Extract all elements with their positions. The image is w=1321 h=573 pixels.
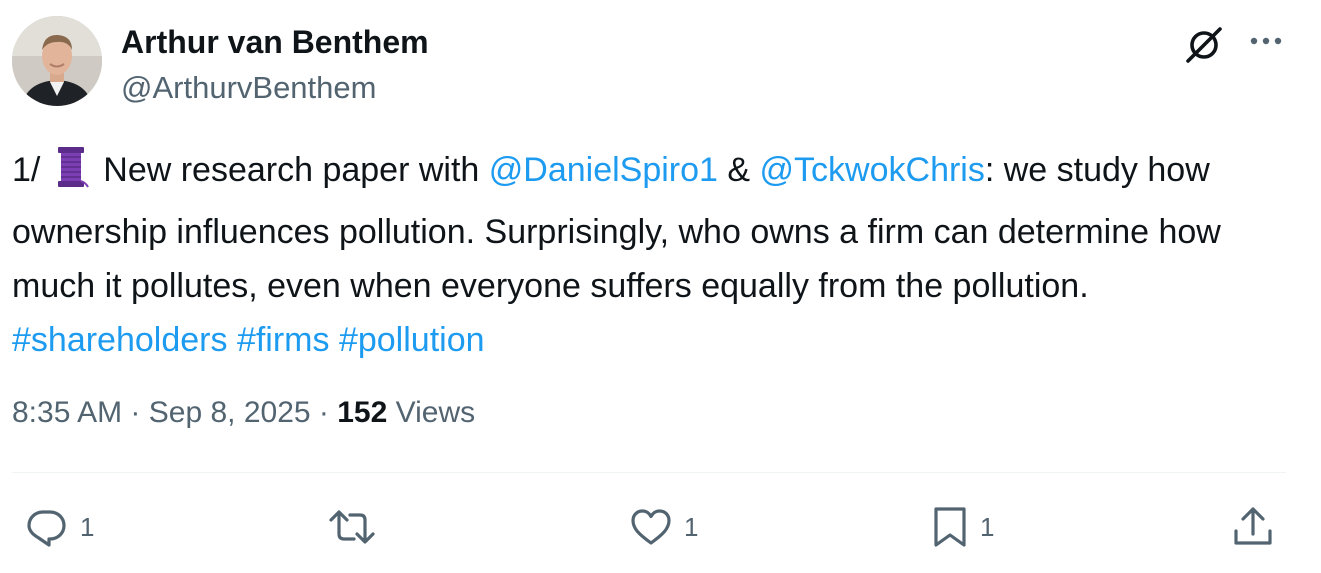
avatar-photo	[12, 16, 102, 106]
heart-icon	[631, 509, 671, 545]
hashtag-link[interactable]: #firms	[237, 321, 330, 359]
thread-spool-icon	[50, 145, 90, 205]
share-icon	[1234, 507, 1272, 545]
reply-button[interactable]: 1	[24, 504, 94, 550]
avatar[interactable]	[12, 16, 102, 106]
meta-separator: ·	[122, 396, 149, 429]
author-name[interactable]: Arthur van Benthem	[121, 24, 429, 61]
like-button[interactable]: 1	[628, 504, 698, 550]
hashtag-link[interactable]: #pollution	[339, 321, 485, 359]
like-count: 1	[684, 511, 699, 542]
share-button[interactable]	[1230, 504, 1276, 550]
divider	[12, 472, 1286, 473]
tweet-text-segment: New research paper with	[93, 151, 489, 189]
author-handle[interactable]: @ArthurvBenthem	[121, 70, 376, 106]
tweet-time[interactable]: 8:35 AM	[12, 396, 122, 429]
grok-icon[interactable]	[1183, 24, 1225, 66]
mention-link[interactable]: @DanielSpiro1	[489, 151, 718, 189]
hashtag-link[interactable]: #shareholders	[12, 321, 227, 359]
tweet-meta: 8:35 AM · Sep 8, 2025 · 152 Views	[12, 396, 475, 430]
reply-count: 1	[80, 511, 95, 542]
tweet-text-segment: &	[717, 151, 760, 189]
tweet-text: 1/ New research paper with @DanielSpiro1…	[12, 143, 1302, 367]
views-label: Views	[387, 396, 476, 429]
bookmark-button[interactable]: 1	[930, 504, 994, 550]
reply-icon	[27, 510, 66, 547]
tweet-date[interactable]: Sep 8, 2025	[149, 396, 311, 429]
bookmark-icon	[934, 507, 966, 547]
repost-button[interactable]	[326, 504, 388, 550]
repost-icon	[329, 510, 375, 544]
more-options-icon[interactable]	[1244, 24, 1288, 60]
thread-prefix: 1/	[12, 151, 41, 189]
mention-link[interactable]: @TckwokChris	[760, 151, 985, 189]
meta-separator: ·	[310, 396, 338, 429]
bookmark-count: 1	[980, 511, 995, 542]
views-count: 152	[337, 396, 388, 429]
